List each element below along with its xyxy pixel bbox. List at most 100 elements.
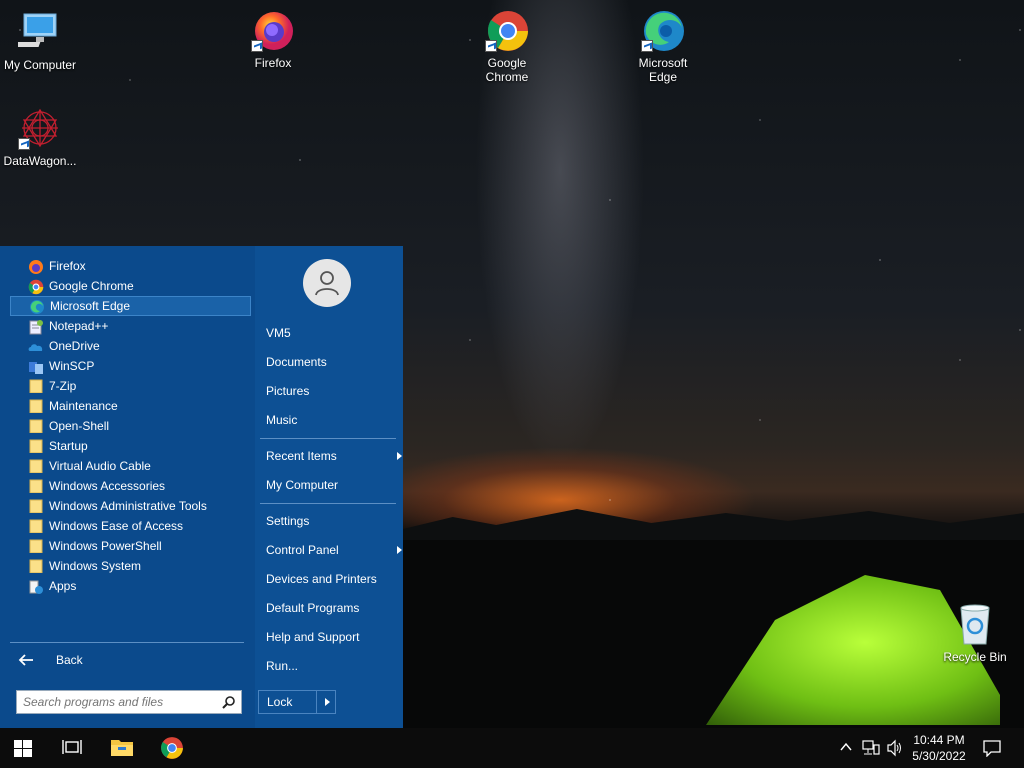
menu-item-control-panel[interactable]: Control Panel: [266, 543, 402, 557]
search-input[interactable]: [17, 691, 207, 713]
program-item[interactable]: 7-Zip: [10, 376, 251, 396]
menu-item-default-programs[interactable]: Default Programs: [266, 601, 359, 615]
taskbar-file-explorer[interactable]: [110, 737, 134, 760]
show-hidden-icons-button[interactable]: [840, 741, 852, 755]
lock-button[interactable]: Lock: [259, 691, 317, 713]
program-label: Windows PowerShell: [49, 539, 162, 553]
program-item[interactable]: Windows PowerShell: [10, 536, 251, 556]
network-button[interactable]: [862, 740, 880, 759]
program-item[interactable]: Windows System: [10, 556, 251, 576]
taskbar: 10:44 PM 5/30/2022: [0, 728, 1024, 768]
desktop-icon-my-computer[interactable]: My Computer: [0, 10, 80, 72]
program-item[interactable]: Maintenance: [10, 396, 251, 416]
desktop-icon-label-line1: Microsoft: [638, 56, 688, 70]
program-label: Notepad++: [49, 319, 109, 333]
program-label: Windows Administrative Tools: [49, 499, 207, 513]
desktop-icon-datawagon[interactable]: DataWagon...: [0, 106, 80, 168]
folder-icon: [28, 439, 44, 454]
program-label: Windows Ease of Access: [49, 519, 184, 533]
start-button[interactable]: [14, 740, 32, 760]
program-label: Microsoft Edge: [50, 299, 131, 313]
shortcut-arrow-icon: [641, 40, 653, 52]
program-label: Google Chrome: [49, 279, 134, 293]
shortcut-arrow-icon: [251, 40, 263, 52]
chrome-icon: [161, 737, 183, 759]
menu-item-run[interactable]: Run...: [266, 659, 298, 673]
onedrive-icon: [28, 339, 44, 353]
lock-button-group: Lock: [258, 690, 336, 714]
search-icon[interactable]: [222, 696, 235, 709]
chevron-up-icon: [840, 742, 852, 751]
menu-item-help-support[interactable]: Help and Support: [266, 630, 359, 644]
program-list: Firefox Google Chrome Microsoft Edge Notepa…: [0, 256, 255, 596]
program-item[interactable]: Windows Accessories: [10, 476, 251, 496]
program-label: Open-Shell: [49, 419, 110, 433]
menu-item-my-computer[interactable]: My Computer: [266, 478, 338, 492]
menu-item-recent-items[interactable]: Recent Items: [266, 449, 402, 463]
start-menu: Firefox Google Chrome Microsoft Edge Notepa…: [0, 246, 403, 728]
program-label: Windows Accessories: [49, 479, 166, 493]
folder-icon: [28, 459, 44, 474]
notepadpp-icon: [28, 319, 44, 335]
program-item[interactable]: Microsoft Edge: [10, 296, 251, 316]
task-view-icon: [62, 740, 82, 754]
menu-item-documents[interactable]: Documents: [266, 355, 327, 369]
desktop-icon-firefox[interactable]: Firefox: [233, 8, 313, 70]
places-separator: [260, 438, 396, 439]
back-button[interactable]: Back: [18, 652, 83, 668]
winscp-icon: [28, 359, 44, 374]
edge-icon: [29, 299, 45, 314]
chrome-icon: [28, 279, 44, 295]
search-box[interactable]: [16, 690, 242, 714]
back-arrow-icon: [18, 654, 33, 666]
menu-item-music[interactable]: Music: [266, 413, 297, 427]
desktop-icon-label: Recycle Bin: [943, 650, 1007, 664]
folder-icon: [28, 519, 44, 534]
places-separator: [260, 503, 396, 504]
windows-logo-icon: [14, 740, 32, 757]
program-label: WinSCP: [49, 359, 95, 373]
program-item[interactable]: Virtual Audio Cable: [10, 456, 251, 476]
notification-icon: [983, 740, 1001, 758]
lock-options-button[interactable]: [317, 691, 335, 713]
folder-icon: [28, 399, 44, 414]
menu-item-settings[interactable]: Settings: [266, 514, 309, 528]
program-item[interactable]: Startup: [10, 436, 251, 456]
program-item[interactable]: Open-Shell: [10, 416, 251, 436]
user-avatar[interactable]: [303, 259, 351, 307]
program-label: Startup: [49, 439, 88, 453]
desktop-icon-google-chrome[interactable]: Google Chrome: [467, 8, 547, 84]
volume-button[interactable]: [886, 739, 904, 760]
taskbar-chrome[interactable]: [160, 736, 184, 763]
program-item[interactable]: OneDrive: [10, 336, 251, 356]
desktop-icon-label-line1: Google: [487, 56, 527, 70]
program-item[interactable]: Notepad++: [10, 316, 251, 336]
desktop-icon-recycle-bin[interactable]: Recycle Bin: [935, 602, 1015, 664]
menu-item-devices-printers[interactable]: Devices and Printers: [266, 572, 377, 586]
program-label: OneDrive: [49, 339, 100, 353]
program-label: 7-Zip: [49, 379, 77, 393]
program-item[interactable]: Google Chrome: [10, 276, 251, 296]
start-menu-programs-pane: Firefox Google Chrome Microsoft Edge Notepa…: [0, 246, 255, 728]
task-view-button[interactable]: [62, 739, 82, 760]
user-icon: [315, 271, 339, 296]
folder-icon: [28, 419, 44, 434]
program-item[interactable]: Firefox: [10, 256, 251, 276]
edge-icon: [641, 8, 685, 52]
shortcut-arrow-icon: [485, 40, 497, 52]
menu-item-user[interactable]: VM5: [266, 326, 291, 340]
program-label: Firefox: [49, 259, 86, 273]
menu-item-pictures[interactable]: Pictures: [266, 384, 309, 398]
computer-icon: [14, 10, 62, 54]
clock-date: 5/30/2022: [912, 749, 966, 763]
clock[interactable]: 10:44 PM 5/30/2022: [906, 732, 972, 764]
program-item[interactable]: Apps: [10, 576, 251, 596]
program-item[interactable]: Windows Ease of Access: [10, 516, 251, 536]
program-label: Virtual Audio Cable: [49, 459, 151, 473]
program-item[interactable]: WinSCP: [10, 356, 251, 376]
program-item[interactable]: Windows Administrative Tools: [10, 496, 251, 516]
folder-icon: [28, 559, 44, 574]
program-label: Apps: [49, 579, 77, 593]
desktop-icon-microsoft-edge[interactable]: Microsoft Edge: [623, 8, 703, 84]
action-center-button[interactable]: [983, 739, 1001, 760]
